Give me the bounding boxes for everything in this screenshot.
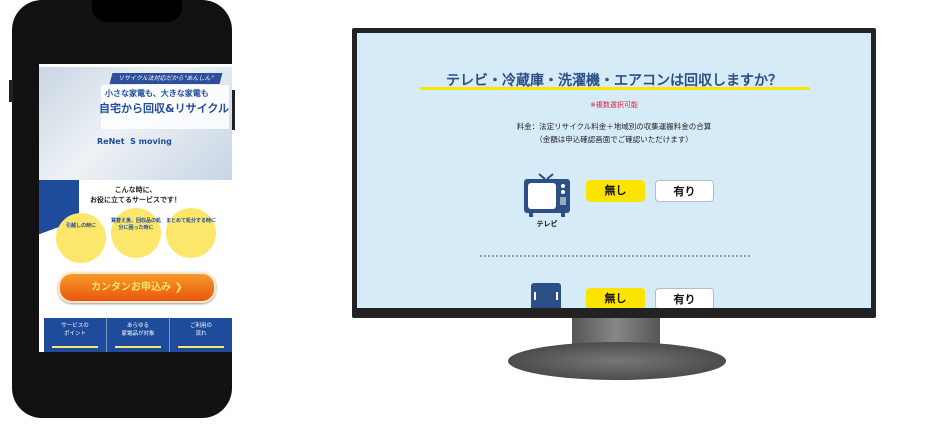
smartphone: リサイクル法対応だから"あんしん" 小さな家電も、大きな家電も 自宅から回収&リ… — [9, 0, 235, 418]
service-section: こんな時に、 お役に立てるサービスです！ 引越しの時に 買替え後、回収品の処分に… — [39, 180, 232, 274]
case-replacement: 買替え後、回収品の処分に困った時に — [111, 208, 161, 258]
monitor: テレビ・冷蔵庫・洗濯機・エアコンは回収しますか？ ※複数選択可能 料金：法定リサ… — [352, 28, 876, 318]
fridge-option-none[interactable]: 無し — [586, 288, 645, 308]
tv-label: テレビ — [536, 220, 558, 228]
monitor-stand-base — [508, 342, 726, 380]
multi-select-note: ※複数選択可能 — [590, 101, 638, 109]
section-title-2: お役に立てるサービスです！ — [90, 196, 181, 204]
nav-flow[interactable]: ご利用の 流れ — [170, 318, 232, 352]
phone-notch — [92, 0, 182, 22]
refrigerator-icon — [531, 283, 561, 308]
case-moving: 引越しの時に — [56, 213, 106, 263]
monitor-screen: テレビ・冷蔵庫・洗濯機・エアコンは回収しますか？ ※複数選択可能 料金：法定リサ… — [357, 33, 871, 308]
apply-button[interactable]: カンタンお申込み ❯ — [58, 272, 216, 303]
hero-tagline: リサイクル法対応だから"あんしん" — [109, 73, 223, 84]
divider — [480, 255, 750, 257]
tv-option-none[interactable]: 無し — [586, 180, 645, 202]
question-title: テレビ・冷蔵庫・洗濯機・エアコンは回収しますか？ — [446, 73, 782, 89]
nav-appliances[interactable]: あらゆる 家電品が対象 — [107, 318, 170, 352]
hero-banner: リサイクル法対応だから"あんしん" 小さな家電も、大きな家電も 自宅から回収&リ… — [39, 67, 232, 180]
tv-option-yes[interactable]: 有り — [655, 180, 714, 202]
hero-headline-1: 小さな家電も、大きな家電も — [105, 89, 209, 98]
partner-logos: ReNet S moving — [97, 137, 172, 146]
tv-icon — [524, 173, 570, 217]
fridge-option-yes[interactable]: 有り — [655, 288, 714, 308]
phone-nav: サービスの ポイント あらゆる 家電品が対象 ご利用の 流れ — [44, 318, 232, 352]
phone-screen: リサイクル法対応だから"あんしん" 小さな家電も、大きな家電も 自宅から回収&リ… — [39, 64, 232, 352]
nav-service-points[interactable]: サービスの ポイント — [44, 318, 107, 352]
hero-headline-2: 自宅から回収&リサイクル — [99, 102, 230, 115]
fee-line-1: 料金：法定リサイクル料金＋地域別の収集運搬料金の合算 — [516, 122, 712, 131]
case-bulk: まとめて処分する時に — [166, 208, 216, 258]
fee-line-2: （金額は申込確認画面でご確認いただけます） — [535, 135, 693, 144]
section-title-1: こんな時に、 — [114, 186, 157, 194]
